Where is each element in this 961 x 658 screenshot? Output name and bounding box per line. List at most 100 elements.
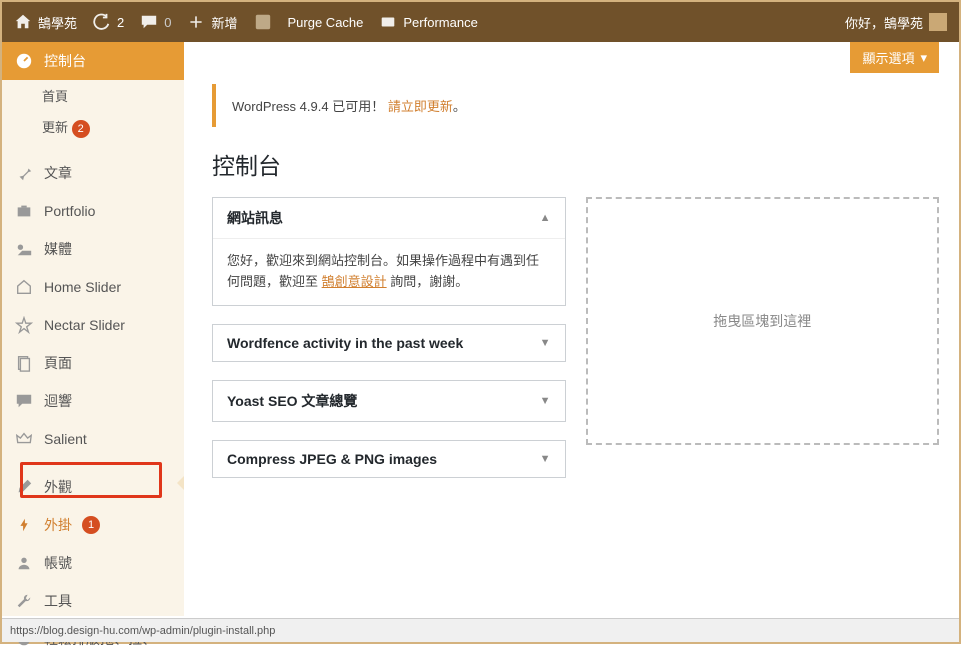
sidebar-label: Home Slider bbox=[44, 279, 121, 295]
user-icon bbox=[14, 553, 34, 573]
sidebar-item-tools[interactable]: 工具 bbox=[2, 582, 184, 620]
refresh-icon bbox=[93, 13, 111, 31]
yoast-icon bbox=[254, 13, 272, 31]
sidebar-item-plugins[interactable]: 外掛 1 bbox=[2, 506, 184, 544]
portfolio-icon bbox=[14, 201, 34, 221]
add-new-label: 新增 bbox=[211, 13, 237, 32]
sidebar-item-appearance[interactable]: 外觀 bbox=[2, 468, 184, 506]
sidebar-item-home-slider[interactable]: Home Slider bbox=[2, 268, 184, 306]
sidebar-sub-home[interactable]: 首頁 bbox=[2, 80, 184, 111]
pin-icon bbox=[14, 163, 34, 183]
sidebar-label: 外觀 bbox=[44, 477, 72, 497]
dropzone-label: 拖曳區塊到這裡 bbox=[713, 311, 811, 331]
user-account-menu[interactable]: 你好，鵠學苑 bbox=[845, 13, 947, 32]
metabox-wordfence: Wordfence activity in the past week ▼ bbox=[212, 324, 566, 362]
metabox-yoast: Yoast SEO 文章總覽 ▼ bbox=[212, 380, 566, 422]
widget-dropzone[interactable]: 拖曳區塊到這裡 bbox=[586, 197, 940, 445]
browser-status-bar: https://blog.design-hu.com/wp-admin/plug… bbox=[2, 618, 959, 642]
sidebar-item-pages[interactable]: 頁面 bbox=[2, 344, 184, 382]
performance-label: Performance bbox=[403, 15, 477, 30]
sidebar-label: Nectar Slider bbox=[44, 317, 125, 333]
wrench-icon bbox=[14, 591, 34, 611]
metabox-toggle[interactable]: Yoast SEO 文章總覽 ▼ bbox=[213, 381, 565, 421]
media-icon bbox=[14, 239, 34, 259]
purge-cache-link[interactable]: Purge Cache bbox=[288, 15, 364, 30]
notice-suffix: 。 bbox=[453, 99, 466, 114]
sidebar-item-users[interactable]: 帳號 bbox=[2, 544, 184, 582]
purge-cache-label: Purge Cache bbox=[288, 15, 364, 30]
page-icon bbox=[14, 353, 34, 373]
sidebar-item-portfolio[interactable]: Portfolio bbox=[2, 192, 184, 230]
triangle-down-icon: ▼ bbox=[540, 453, 551, 465]
update-now-link[interactable]: 請立即更新 bbox=[388, 99, 453, 114]
updates-label: 更新 bbox=[42, 120, 68, 135]
sidebar-item-comments[interactable]: 迴響 bbox=[2, 382, 184, 420]
admin-toolbar: 鵠學苑 2 0 新增 Purge Cache Performance 你好，鵠學… bbox=[2, 2, 959, 42]
home-icon bbox=[14, 13, 32, 31]
performance-icon bbox=[379, 13, 397, 31]
chevron-down-icon: ▾ bbox=[920, 50, 927, 66]
sidebar-label: Salient bbox=[44, 431, 87, 447]
performance-link[interactable]: Performance bbox=[379, 13, 477, 31]
sidebar-label: 帳號 bbox=[44, 553, 72, 573]
admin-sidebar: 控制台 首頁 更新 2 文章 Portfolio 媒體 Home Slider … bbox=[2, 42, 184, 616]
triangle-down-icon: ▼ bbox=[540, 395, 551, 407]
updates-count: 2 bbox=[117, 15, 124, 30]
dashboard-main: 顯示選項 ▾ WordPress 4.9.4 已可用！ 請立即更新。 控制台 網… bbox=[184, 42, 959, 616]
metabox-toggle[interactable]: 網站訊息 ▲ bbox=[213, 198, 565, 239]
triangle-up-icon: ▲ bbox=[540, 212, 551, 224]
site-info-text-2: 詢問，謝謝。 bbox=[387, 274, 469, 289]
site-home-link[interactable]: 鵠學苑 bbox=[14, 13, 77, 32]
updates-link[interactable]: 2 bbox=[93, 13, 124, 31]
plus-icon bbox=[187, 13, 205, 31]
sidebar-label: 外掛 bbox=[44, 515, 72, 535]
dashboard-icon bbox=[14, 51, 34, 71]
plugin-icon bbox=[14, 515, 34, 535]
site-info-body: 您好，歡迎來到網站控制台。如果操作過程中有遇到任何問題，歡迎至 鵠創意設計 詢問… bbox=[213, 239, 565, 305]
home-slider-icon bbox=[14, 277, 34, 297]
sidebar-label: 頁面 bbox=[44, 353, 72, 373]
avatar bbox=[929, 13, 947, 31]
status-url: https://blog.design-hu.com/wp-admin/plug… bbox=[10, 625, 275, 637]
sidebar-label: 迴響 bbox=[44, 391, 72, 411]
screen-options-button[interactable]: 顯示選項 ▾ bbox=[850, 42, 939, 73]
sidebar-label: 控制台 bbox=[44, 51, 86, 71]
page-title: 控制台 bbox=[212, 147, 939, 181]
metabox-title: Compress JPEG & PNG images bbox=[227, 451, 437, 467]
plugins-badge: 1 bbox=[82, 516, 100, 534]
metabox-site-info: 網站訊息 ▲ 您好，歡迎來到網站控制台。如果操作過程中有遇到任何問題，歡迎至 鵠… bbox=[212, 197, 566, 306]
site-name-label: 鵠學苑 bbox=[38, 13, 77, 32]
comments-icon bbox=[14, 391, 34, 411]
star-icon bbox=[14, 315, 34, 335]
sidebar-label: 工具 bbox=[44, 591, 72, 611]
sidebar-item-dashboard[interactable]: 控制台 bbox=[2, 42, 184, 80]
metabox-toggle[interactable]: Wordfence activity in the past week ▼ bbox=[213, 325, 565, 361]
site-info-link[interactable]: 鵠創意設計 bbox=[322, 274, 387, 289]
comments-link[interactable]: 0 bbox=[140, 13, 171, 31]
sidebar-item-salient[interactable]: Salient bbox=[2, 420, 184, 458]
sidebar-item-media[interactable]: 媒體 bbox=[2, 230, 184, 268]
greeting-label: 你好，鵠學苑 bbox=[845, 13, 923, 32]
dashboard-right-column: 拖曳區塊到這裡 bbox=[586, 197, 940, 496]
notice-text: WordPress 4.9.4 已可用！ bbox=[232, 99, 384, 114]
sidebar-label: 媒體 bbox=[44, 239, 72, 259]
sidebar-item-posts[interactable]: 文章 bbox=[2, 154, 184, 192]
crown-icon bbox=[14, 429, 34, 449]
metabox-compress: Compress JPEG & PNG images ▼ bbox=[212, 440, 566, 478]
metabox-toggle[interactable]: Compress JPEG & PNG images ▼ bbox=[213, 441, 565, 477]
sidebar-sub-updates[interactable]: 更新 2 bbox=[2, 111, 184, 144]
sidebar-label: 文章 bbox=[44, 163, 72, 183]
add-new-menu[interactable]: 新增 bbox=[187, 13, 237, 32]
comment-icon bbox=[140, 13, 158, 31]
update-notice: WordPress 4.9.4 已可用！ 請立即更新。 bbox=[212, 84, 939, 127]
metabox-title: Yoast SEO 文章總覽 bbox=[227, 391, 357, 411]
triangle-down-icon: ▼ bbox=[540, 337, 551, 349]
dashboard-left-column: 網站訊息 ▲ 您好，歡迎來到網站控制台。如果操作過程中有遇到任何問題，歡迎至 鵠… bbox=[212, 197, 566, 496]
metabox-title: 網站訊息 bbox=[227, 208, 283, 228]
yoast-link[interactable] bbox=[254, 13, 272, 31]
updates-badge: 2 bbox=[72, 120, 90, 138]
metabox-title: Wordfence activity in the past week bbox=[227, 335, 463, 351]
screen-options-label: 顯示選項 bbox=[862, 48, 914, 67]
sidebar-item-nectar-slider[interactable]: Nectar Slider bbox=[2, 306, 184, 344]
comments-count: 0 bbox=[164, 15, 171, 30]
